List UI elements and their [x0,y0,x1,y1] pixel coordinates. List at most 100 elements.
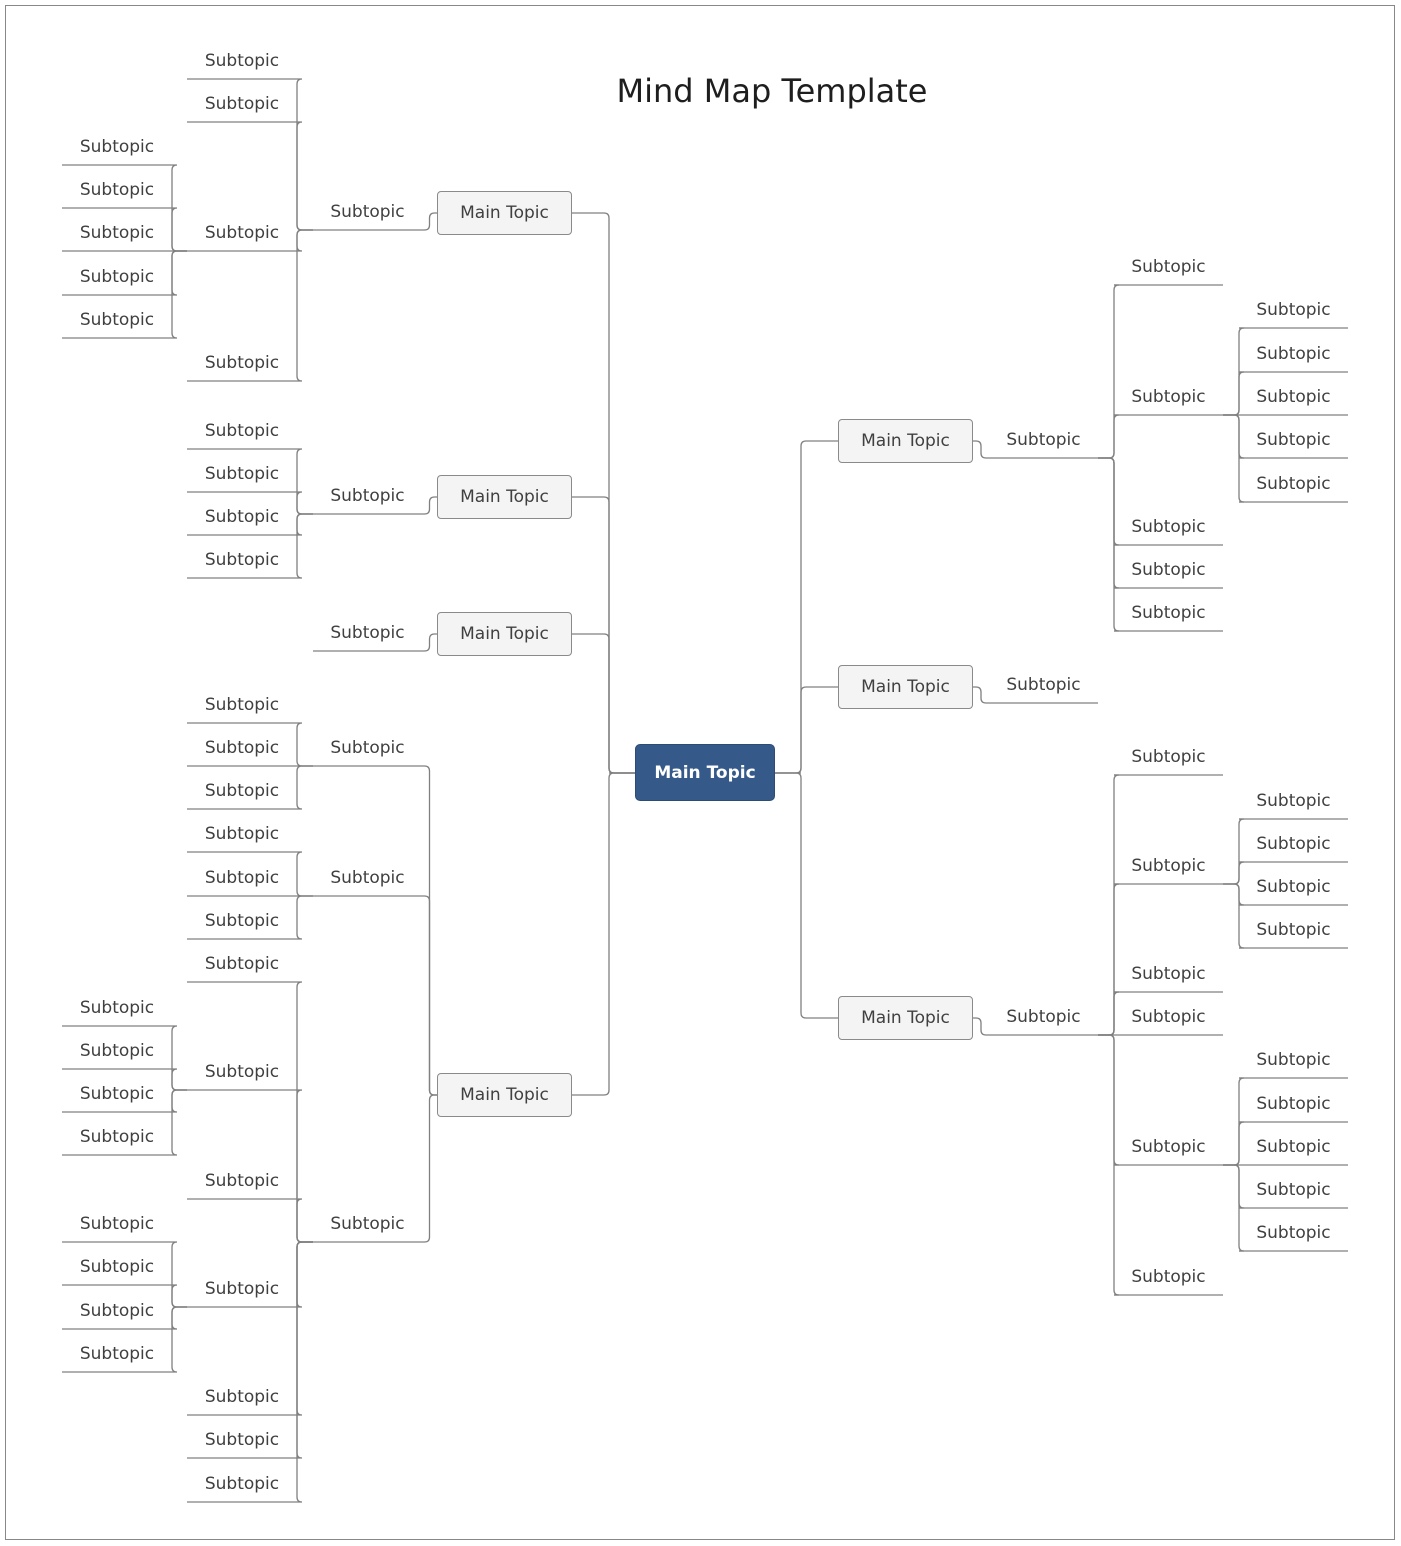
subtopic-r3a5a[interactable]: Subtopic [1239,1049,1348,1071]
subtopic-r1a2b[interactable]: Subtopic [1239,343,1348,365]
subtopic-l2a1[interactable]: Subtopic [187,420,297,442]
subtopic-r1a2d[interactable]: Subtopic [1239,429,1348,451]
subtopic-r1a2c[interactable]: Subtopic [1239,386,1348,408]
connector-l4b [422,895,437,1096]
subtopic-l4a3[interactable]: Subtopic [187,780,297,802]
subtopic-r1a4[interactable]: Subtopic [1114,559,1223,581]
subtopic-l4c2d[interactable]: Subtopic [62,1126,172,1148]
subtopic-l1a4[interactable]: Subtopic [187,352,297,374]
subtopic-l4a2[interactable]: Subtopic [187,737,297,759]
connector-l1a3 [296,229,313,252]
connector-l4 [572,772,635,1096]
subtopic-l4c4[interactable]: Subtopic [187,1278,297,1300]
subtopic-r3a5b[interactable]: Subtopic [1239,1093,1348,1115]
subtopic-l4a1[interactable]: Subtopic [187,694,297,716]
connector-r1a2 [1098,414,1120,459]
connector-r1a1 [1098,284,1120,459]
main-topic-l2[interactable]: Main Topic [437,475,572,519]
connector-r3a1 [1098,774,1120,1036]
subtopic-l2a2[interactable]: Subtopic [187,463,297,485]
subtopic-r3a5[interactable]: Subtopic [1114,1136,1223,1158]
subtopic-l2a[interactable]: Subtopic [313,485,422,507]
subtopic-l4c4a[interactable]: Subtopic [62,1213,172,1235]
connector-r1 [775,440,838,774]
subtopic-l1a3[interactable]: Subtopic [187,222,297,244]
main-topic-r1[interactable]: Main Topic [838,419,973,463]
subtopic-l1a3a[interactable]: Subtopic [62,136,172,158]
subtopic-l1a3c[interactable]: Subtopic [62,222,172,244]
subtopic-r3a2[interactable]: Subtopic [1114,855,1223,877]
subtopic-r3a2c[interactable]: Subtopic [1239,876,1348,898]
subtopic-r1a1[interactable]: Subtopic [1114,256,1223,278]
subtopic-l4c1[interactable]: Subtopic [187,953,297,975]
connector-l4c [422,1094,437,1243]
connector-l1a3b [171,207,187,252]
main-topic-l1[interactable]: Main Topic [437,191,572,235]
subtopic-l4c[interactable]: Subtopic [313,1213,422,1235]
connector-l4c2d [171,1089,187,1156]
subtopic-l1a3b[interactable]: Subtopic [62,179,172,201]
subtopic-r3a[interactable]: Subtopic [989,1006,1098,1028]
subtopic-r1a2[interactable]: Subtopic [1114,386,1223,408]
subtopic-r3a5e[interactable]: Subtopic [1239,1222,1348,1244]
connector-l4c5 [296,1241,313,1416]
subtopic-l4b2[interactable]: Subtopic [187,867,297,889]
subtopic-l4c4c[interactable]: Subtopic [62,1300,172,1322]
subtopic-l2a4[interactable]: Subtopic [187,549,297,571]
subtopic-l4b1[interactable]: Subtopic [187,823,297,845]
subtopic-r3a1[interactable]: Subtopic [1114,746,1223,768]
subtopic-r3a6[interactable]: Subtopic [1114,1266,1223,1288]
subtopic-r3a2d[interactable]: Subtopic [1239,919,1348,941]
connector-l4c6 [296,1241,313,1459]
subtopic-l3a[interactable]: Subtopic [313,622,422,644]
subtopic-r1a[interactable]: Subtopic [989,429,1098,451]
subtopic-l4b3[interactable]: Subtopic [187,910,297,932]
subtopic-l4c3[interactable]: Subtopic [187,1170,297,1192]
connector-l1a2 [296,121,313,231]
subtopic-l4c5[interactable]: Subtopic [187,1386,297,1408]
subtopic-r1a5[interactable]: Subtopic [1114,602,1223,624]
subtopic-r3a3[interactable]: Subtopic [1114,963,1223,985]
subtopic-r3a2b[interactable]: Subtopic [1239,833,1348,855]
subtopic-l1a3e[interactable]: Subtopic [62,309,172,331]
subtopic-l4c6[interactable]: Subtopic [187,1429,297,1451]
connector-l4c4c [171,1306,187,1330]
subtopic-l4c4b[interactable]: Subtopic [62,1256,172,1278]
connector-r2 [775,686,838,774]
connector-r2a [973,686,989,704]
main-topic-r3[interactable]: Main Topic [838,996,973,1040]
connector-l4c4b [171,1284,187,1308]
connector-l4a1 [296,722,313,767]
subtopic-r2a[interactable]: Subtopic [989,674,1098,696]
connector-r1a [973,440,989,459]
subtopic-r3a5d[interactable]: Subtopic [1239,1179,1348,1201]
subtopic-l1a1[interactable]: Subtopic [187,50,297,72]
subtopic-l4a[interactable]: Subtopic [313,737,422,759]
subtopic-r1a3[interactable]: Subtopic [1114,516,1223,538]
subtopic-r1a2a[interactable]: Subtopic [1239,299,1348,321]
central-topic[interactable]: Main Topic [635,744,775,801]
subtopic-l1a2[interactable]: Subtopic [187,93,297,115]
connector-l1a3d [171,250,187,296]
main-topic-l4[interactable]: Main Topic [437,1073,572,1117]
subtopic-l1a[interactable]: Subtopic [313,201,422,223]
subtopic-r1a2e[interactable]: Subtopic [1239,473,1348,495]
connector-l2a3 [296,513,313,536]
subtopic-l4c2c[interactable]: Subtopic [62,1083,172,1105]
main-topic-l3[interactable]: Main Topic [437,612,572,656]
connector-l1a1 [296,78,313,231]
subtopic-l4c2b[interactable]: Subtopic [62,1040,172,1062]
subtopic-l4c2[interactable]: Subtopic [187,1061,297,1083]
subtopic-r3a2a[interactable]: Subtopic [1239,790,1348,812]
subtopic-l4c7[interactable]: Subtopic [187,1473,297,1495]
subtopic-l4c4d[interactable]: Subtopic [62,1343,172,1365]
main-topic-r2[interactable]: Main Topic [838,665,973,709]
subtopic-l4c2a[interactable]: Subtopic [62,997,172,1019]
subtopic-r3a4[interactable]: Subtopic [1114,1006,1223,1028]
subtopic-l2a3[interactable]: Subtopic [187,506,297,528]
subtopic-l1a3d[interactable]: Subtopic [62,266,172,288]
connector-l4c4 [296,1241,313,1308]
subtopic-r3a5c[interactable]: Subtopic [1239,1136,1348,1158]
connector-l4c1 [296,981,313,1243]
subtopic-l4b[interactable]: Subtopic [313,867,422,889]
